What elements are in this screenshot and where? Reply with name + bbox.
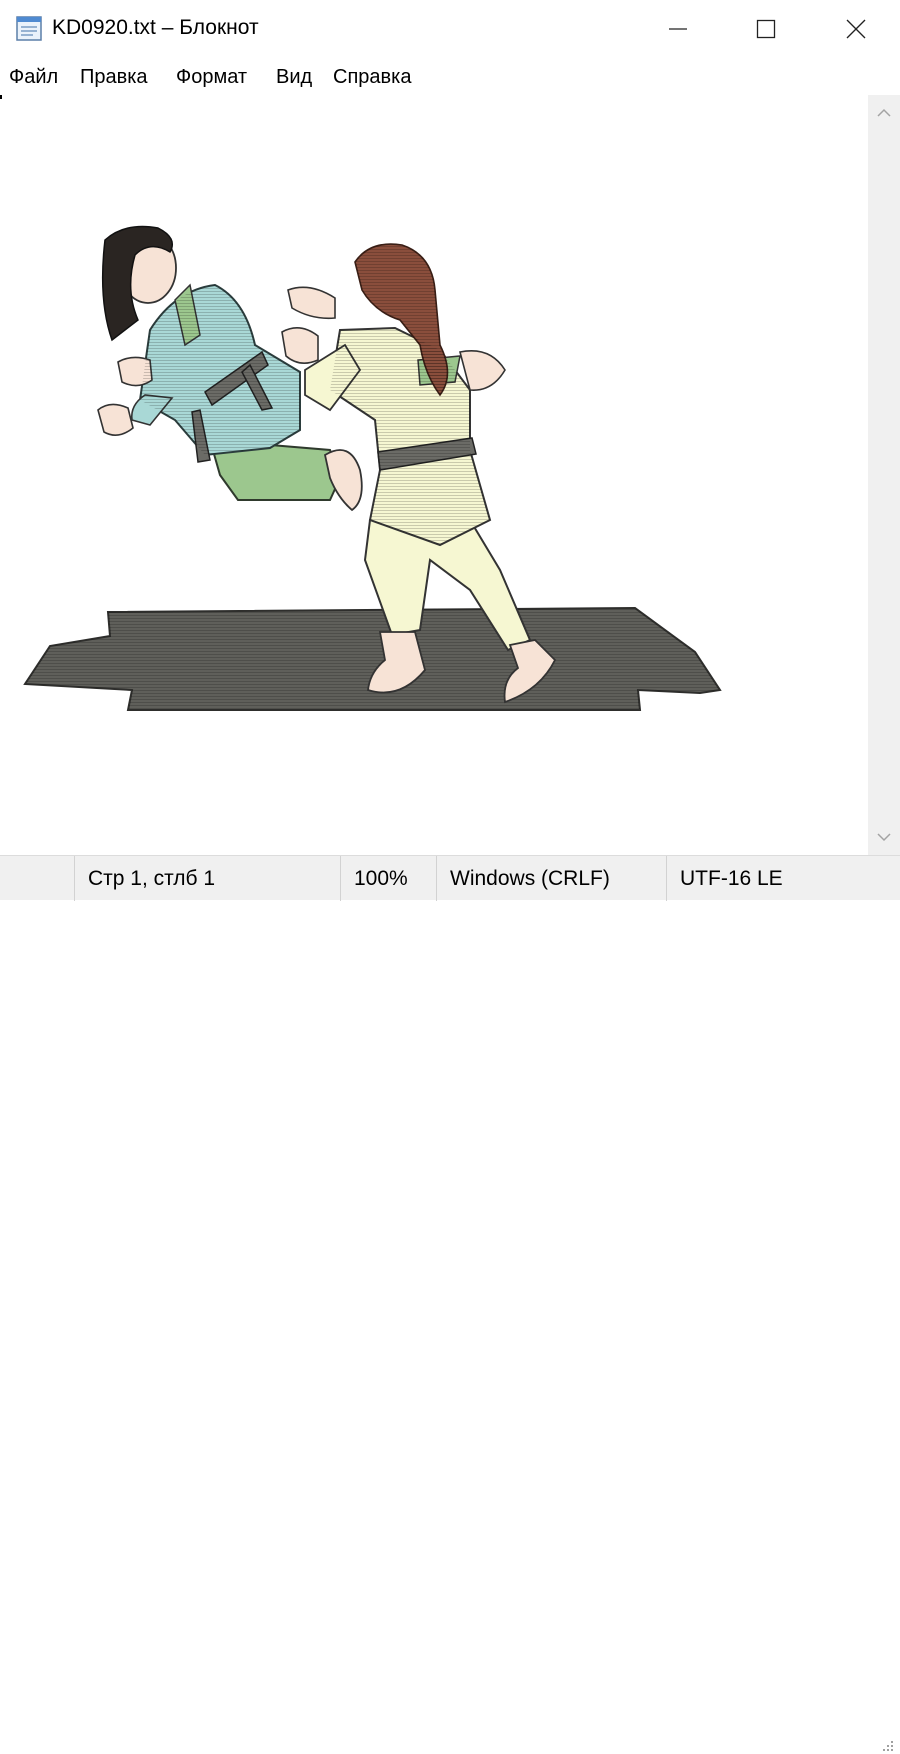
notepad-icon (14, 13, 44, 43)
cursor-position: Стр 1, стлб 1 (74, 856, 340, 901)
line-endings: Windows (CRLF) (436, 856, 666, 901)
mat (23, 606, 722, 711)
maximize-icon (756, 19, 776, 39)
menu-format[interactable]: Формат (176, 63, 247, 91)
chevron-down-icon (877, 833, 891, 842)
title-bar[interactable]: KD0920.txt – Блокнот (0, 0, 900, 58)
encoding: UTF-16 LE (666, 856, 900, 901)
scroll-up-button[interactable] (868, 98, 900, 128)
close-icon (846, 19, 866, 39)
menu-edit[interactable]: Правка (80, 63, 148, 91)
maximize-button[interactable] (720, 0, 812, 58)
zoom-level: 100% (340, 856, 436, 901)
minimize-icon (669, 28, 687, 30)
status-bar: Стр 1, стлб 1 100% Windows (CRLF) UTF-16… (0, 855, 900, 1751)
scroll-down-button[interactable] (868, 822, 900, 852)
menu-view[interactable]: Вид (276, 63, 312, 91)
close-button[interactable] (810, 0, 900, 58)
chevron-up-icon (877, 108, 891, 117)
text-editor-area[interactable] (0, 95, 868, 855)
text-caret (0, 95, 2, 99)
menu-bar: Файл Правка Формат Вид Справка (0, 58, 900, 95)
menu-help[interactable]: Справка (333, 63, 411, 91)
vertical-scrollbar[interactable] (868, 95, 900, 855)
menu-file[interactable]: Файл (9, 63, 58, 91)
resize-grip-icon[interactable] (876, 1734, 896, 1754)
minimize-button[interactable] (632, 0, 724, 58)
judo-illustration (23, 225, 722, 711)
window-title: KD0920.txt – Блокнот (52, 16, 259, 39)
